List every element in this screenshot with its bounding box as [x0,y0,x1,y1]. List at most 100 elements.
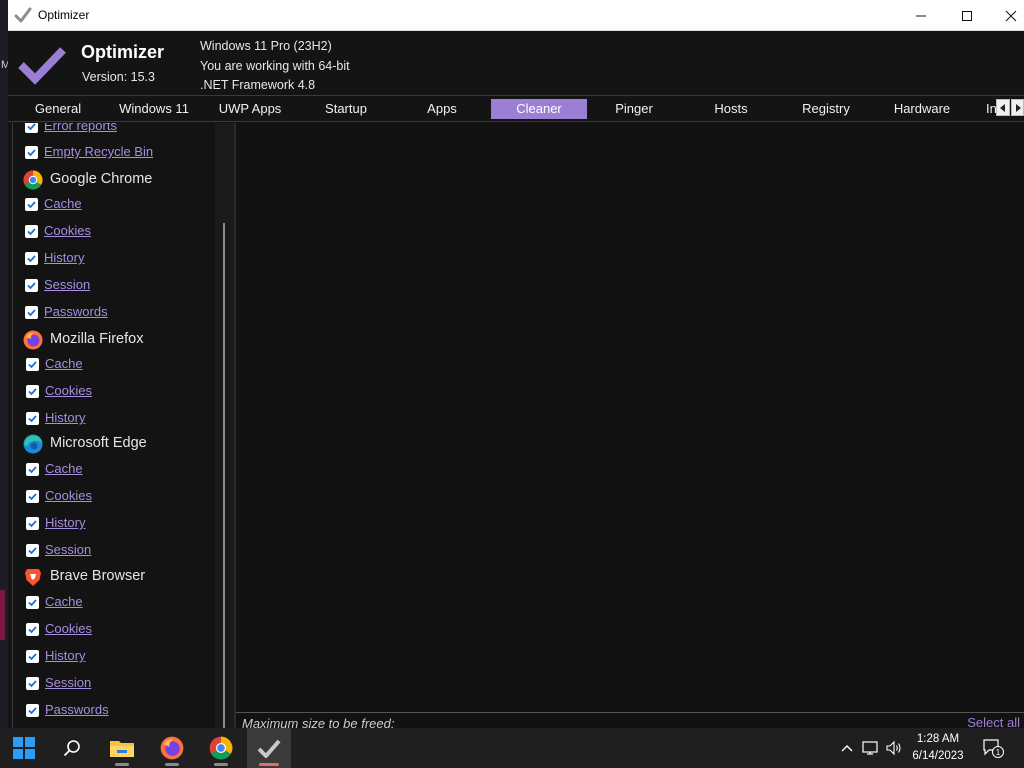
checkmark-icon [27,228,36,236]
system-info: Windows 11 Pro (23H2) You are working wi… [200,37,350,96]
checkbox[interactable] [25,146,38,159]
option-label[interactable]: History [45,648,85,663]
option-label[interactable]: Cookies [45,383,92,398]
taskbar-clock[interactable]: 1:28 AM 6/14/2023 [906,731,970,765]
option-label[interactable]: History [45,515,85,530]
arrow-right-icon [1015,103,1021,112]
option-label[interactable]: Session [45,675,91,690]
start-icon [13,737,35,759]
option-label[interactable]: Session [45,542,91,557]
checkbox[interactable] [26,412,39,425]
checkbox[interactable] [25,225,38,238]
checkbox[interactable] [25,123,38,133]
checkmark-icon [28,388,37,396]
optimizer-window: Optimizer Optimizer Version: 15.3 Window… [8,0,1024,731]
checkmark-icon [27,123,36,131]
maximize-icon [962,10,972,21]
checkbox[interactable] [26,385,39,398]
option-label[interactable]: Passwords [44,304,108,319]
tab-scroll-right-button[interactable] [1011,99,1024,116]
option-label[interactable]: Cache [45,594,83,609]
group-label: Brave Browser [50,568,146,584]
tab-scroll-left-button[interactable] [996,99,1010,116]
app-check-icon [14,7,32,23]
title-bar[interactable]: Optimizer [8,0,1024,31]
tab-registry[interactable]: Registry [779,99,873,119]
taskbar-file-explorer[interactable] [100,728,144,768]
maximize-button[interactable] [944,0,990,31]
checkbox[interactable] [26,596,39,609]
option-label[interactable]: Cache [45,356,83,371]
checkbox[interactable] [25,306,38,319]
checkmark-icon [28,653,37,661]
app-header: Optimizer Version: 15.3 Windows 11 Pro (… [8,31,1024,95]
checkbox[interactable] [26,623,39,636]
minimize-button[interactable] [898,0,944,31]
checkmark-icon [28,520,37,528]
panel-border [12,123,13,728]
network-icon [862,741,878,755]
checkmark-icon [28,626,37,634]
chrome-icon [209,736,233,760]
optimizer-logo-icon [18,47,66,85]
checkbox[interactable] [25,198,38,211]
checkbox[interactable] [25,252,38,265]
tab-apps[interactable]: Apps [395,99,489,119]
option-label[interactable]: Cookies [44,223,91,238]
close-button[interactable] [988,0,1024,31]
checkbox[interactable] [26,677,39,690]
cleaner-options-panel: Error reports Empty Recycle Bin Google C… [8,123,234,728]
network-button[interactable] [860,728,882,768]
search-button[interactable] [50,728,94,768]
main-separator [236,712,1024,713]
list-scrollbar-thumb[interactable] [223,223,225,728]
option-label[interactable]: Cache [44,196,82,211]
taskbar-firefox[interactable] [150,728,194,768]
start-button[interactable] [2,728,46,768]
checkbox[interactable] [26,517,39,530]
tab-windows-11[interactable]: Windows 11 [107,99,201,119]
checkmark-icon [28,466,37,474]
checkbox[interactable] [26,463,39,476]
tab-uwp-apps[interactable]: UWP Apps [203,99,297,119]
checkbox[interactable] [26,490,39,503]
taskbar-optimizer[interactable] [247,728,291,768]
checkbox[interactable] [26,544,39,557]
checkmark-icon [27,201,36,209]
option-label[interactable]: Cookies [45,488,92,503]
notification-icon: 1 [983,739,1004,758]
chevron-up-icon [841,745,853,752]
tab-cleaner[interactable]: Cleaner [491,99,587,119]
show-hidden-icons-button[interactable] [836,728,858,768]
checkmark-icon [27,282,36,290]
notifications-button[interactable]: 1 [980,728,1006,768]
checkbox[interactable] [25,279,38,292]
option-label[interactable]: History [44,250,84,265]
tab-pinger[interactable]: Pinger [587,99,681,119]
checkbox[interactable] [26,704,39,717]
group-label: Microsoft Edge [50,435,147,451]
tab-startup[interactable]: Startup [299,99,393,119]
taskbar-chrome[interactable] [199,728,243,768]
taskbar: 1:28 AM 6/14/2023 1 [0,728,1024,768]
checkbox[interactable] [26,358,39,371]
checkmark-icon [28,599,37,607]
checkbox[interactable] [26,650,39,663]
option-label[interactable]: Cookies [45,621,92,636]
option-label[interactable]: Cache [45,461,83,476]
option-label[interactable]: Empty Recycle Bin [44,144,153,159]
option-label[interactable]: Passwords [45,702,109,717]
brave-icon [25,569,41,586]
cleaner-main-area: Maximum size to be freed: Select all [236,123,1024,731]
checkmark-icon [28,547,37,555]
option-label[interactable]: Session [44,277,90,292]
tab-general[interactable]: General [11,99,105,119]
checkmark-icon [27,255,36,263]
tab-hosts[interactable]: Hosts [683,99,779,119]
arrow-left-icon [1000,103,1005,112]
tab-hardware[interactable]: Hardware [875,99,969,119]
volume-button[interactable] [883,728,905,768]
desktop-edge: M [0,0,10,728]
option-label[interactable]: History [45,410,85,425]
option-label[interactable]: Error reports [44,123,117,133]
